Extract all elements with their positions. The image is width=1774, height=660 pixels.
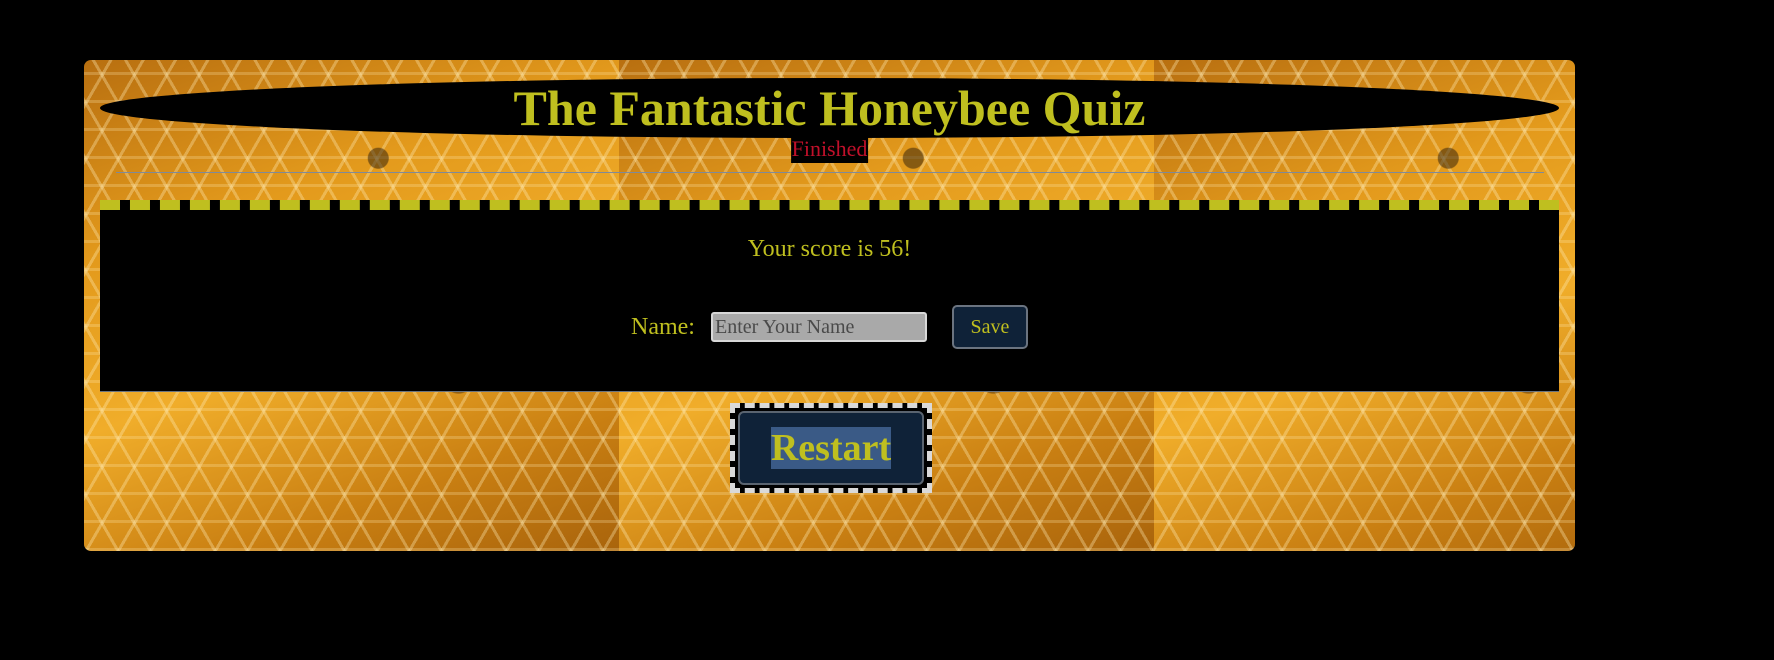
save-name-form: Name: Save — [100, 305, 1559, 349]
quiz-container: The Fantastic Honeybee Quiz Finished You… — [84, 60, 1575, 551]
name-input[interactable] — [710, 312, 927, 342]
page-title: The Fantastic Honeybee Quiz — [513, 80, 1146, 136]
name-label: Name: — [631, 313, 695, 340]
results-panel: Your score is 56! Name: Save — [100, 200, 1559, 392]
restart-button[interactable]: Restart — [738, 411, 924, 485]
restart-button-frame: Restart — [730, 403, 932, 493]
title-banner: The Fantastic Honeybee Quiz — [100, 78, 1559, 138]
score-text: Your score is 56! — [747, 236, 912, 262]
status-text: Finished — [790, 135, 869, 163]
divider — [116, 172, 1544, 173]
restart-label: Restart — [770, 427, 892, 469]
save-button[interactable]: Save — [951, 305, 1028, 349]
